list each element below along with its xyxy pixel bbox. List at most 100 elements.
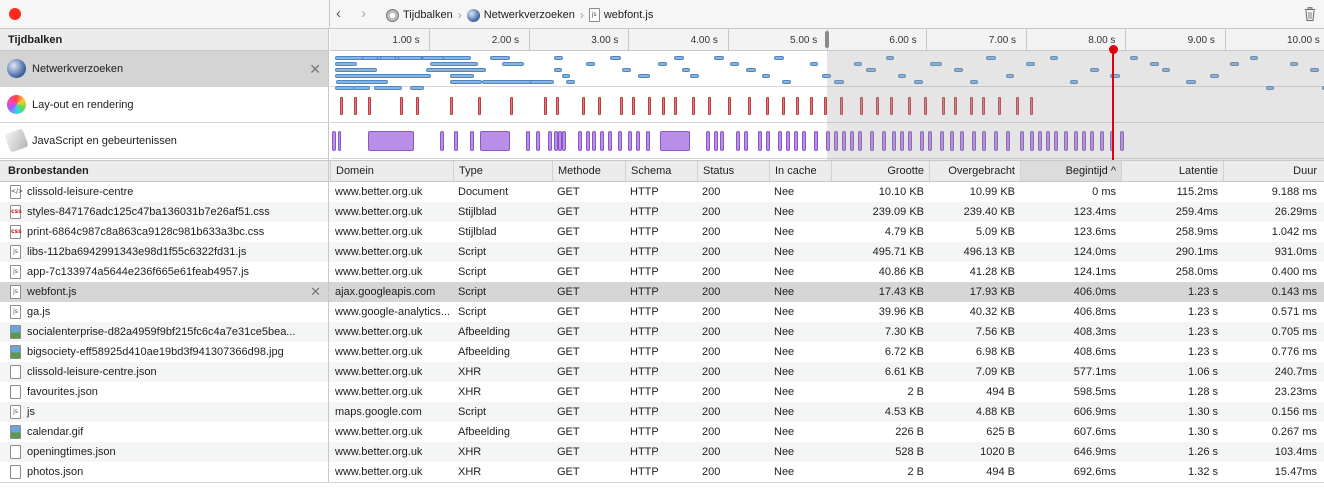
layout-event-bar[interactable] bbox=[766, 97, 769, 115]
javascript-event-bar[interactable] bbox=[636, 131, 640, 151]
resource-name-cell[interactable]: bigsociety-eff58925d410ae19bd3f941307366… bbox=[0, 342, 329, 362]
selection-handle[interactable] bbox=[825, 31, 829, 48]
network-request-bar[interactable] bbox=[482, 80, 534, 84]
column-header-method[interactable]: Methode bbox=[552, 161, 625, 181]
network-request-bar[interactable] bbox=[450, 74, 474, 78]
network-request-bar[interactable] bbox=[610, 56, 622, 60]
network-request-bar[interactable] bbox=[554, 56, 563, 60]
javascript-event-bar[interactable] bbox=[660, 131, 690, 151]
table-row[interactable]: js app-7c133974a5644e236f665e61feab4957.j… bbox=[0, 262, 1324, 282]
network-request-bar[interactable] bbox=[426, 68, 486, 72]
table-row[interactable]: photos.json www.better.org.uk XHR GET HTTP 20… bbox=[0, 462, 1324, 482]
javascript-event-bar[interactable] bbox=[706, 131, 710, 151]
layout-event-bar[interactable] bbox=[556, 97, 559, 115]
javascript-event-bar[interactable] bbox=[338, 131, 341, 151]
layout-event-bar[interactable] bbox=[450, 97, 453, 115]
timeline-graph[interactable]: 1.00 s 2.00 s 3.00 s 4.00 s 5.00 s 6.00 s 7.00… bbox=[330, 29, 1324, 160]
layout-event-bar[interactable] bbox=[368, 97, 371, 115]
network-request-bar[interactable] bbox=[638, 74, 650, 78]
resource-name-cell[interactable]: openingtimes.json bbox=[0, 442, 329, 462]
table-row[interactable]: socialenterprise-d82a4959f9bf215fc6c4a7e… bbox=[0, 322, 1324, 342]
breadcrumb-item-network[interactable]: Netwerkverzoeken bbox=[484, 9, 575, 21]
layout-event-bar[interactable] bbox=[674, 97, 677, 115]
resource-name-cell[interactable]: js js bbox=[0, 402, 329, 422]
table-row[interactable]: openingtimes.json www.better.org.uk XHR GET… bbox=[0, 442, 1324, 462]
column-header-size[interactable]: Grootte bbox=[831, 161, 929, 181]
timeline-ruler[interactable]: 1.00 s 2.00 s 3.00 s 4.00 s 5.00 s 6.00 s 7.00… bbox=[330, 29, 1324, 51]
resource-name-cell[interactable]: socialenterprise-d82a4959f9bf215fc6c4a7e… bbox=[0, 322, 329, 342]
network-request-bar[interactable] bbox=[380, 56, 396, 60]
javascript-event-bar[interactable] bbox=[714, 131, 718, 151]
javascript-event-bar[interactable] bbox=[802, 131, 806, 151]
layout-event-bar[interactable] bbox=[340, 97, 343, 115]
network-request-bar[interactable] bbox=[586, 62, 595, 66]
network-request-bar[interactable] bbox=[762, 74, 770, 78]
resource-name-cell[interactable]: css print-6864c987c8a863ca9128c981b633a3b… bbox=[0, 222, 329, 242]
network-request-bar[interactable] bbox=[714, 56, 724, 60]
layout-event-bar[interactable] bbox=[478, 97, 481, 115]
network-request-bar[interactable] bbox=[335, 74, 432, 78]
javascript-event-bar[interactable] bbox=[600, 131, 604, 151]
network-request-bar[interactable] bbox=[810, 62, 818, 66]
network-request-bar[interactable] bbox=[690, 74, 699, 78]
layout-event-bar[interactable] bbox=[782, 97, 785, 115]
column-header-status[interactable]: Status bbox=[697, 161, 769, 181]
network-request-bar[interactable] bbox=[530, 80, 554, 84]
network-request-bar[interactable] bbox=[335, 68, 378, 72]
playhead-handle[interactable] bbox=[1108, 45, 1118, 54]
column-header-cached[interactable]: In cache bbox=[769, 161, 831, 181]
column-header-start-time[interactable]: Begintijd ^ bbox=[1020, 161, 1121, 181]
close-icon[interactable]: ✕ bbox=[310, 282, 321, 302]
javascript-event-bar[interactable] bbox=[536, 131, 540, 151]
javascript-event-bar[interactable] bbox=[646, 131, 650, 151]
layout-event-bar[interactable] bbox=[708, 97, 711, 115]
network-request-bar[interactable] bbox=[562, 74, 570, 78]
resource-name-cell[interactable]: photos.json bbox=[0, 462, 329, 482]
network-request-bar[interactable] bbox=[554, 68, 562, 72]
resource-name-cell[interactable]: favourites.json bbox=[0, 382, 329, 402]
javascript-event-bar[interactable] bbox=[720, 131, 724, 151]
layout-event-bar[interactable] bbox=[582, 97, 585, 115]
javascript-event-bar[interactable] bbox=[548, 131, 552, 151]
table-row[interactable]: clissold-leisure-centre.json www.better.o… bbox=[0, 362, 1324, 382]
layout-event-bar[interactable] bbox=[796, 97, 799, 115]
column-header-type[interactable]: Type bbox=[453, 161, 552, 181]
javascript-event-bar[interactable] bbox=[578, 131, 582, 151]
javascript-event-bar[interactable] bbox=[758, 131, 762, 151]
layout-event-bar[interactable] bbox=[692, 97, 695, 115]
javascript-event-bar[interactable] bbox=[778, 131, 782, 151]
column-header-latency[interactable]: Latentie bbox=[1121, 161, 1223, 181]
javascript-event-bar[interactable] bbox=[608, 131, 612, 151]
column-header-scheme[interactable]: Schema bbox=[625, 161, 697, 181]
table-row[interactable]: </> clissold-leisure-centre www.better.org… bbox=[0, 182, 1324, 202]
javascript-event-bar[interactable] bbox=[368, 131, 414, 151]
layout-event-bar[interactable] bbox=[354, 97, 357, 115]
network-request-bar[interactable] bbox=[674, 56, 684, 60]
table-row[interactable]: css print-6864c987c8a863ca9128c981b633a3b… bbox=[0, 222, 1324, 242]
table-row[interactable]: css styles-847176adc125c47ba136031b7e26af… bbox=[0, 202, 1324, 222]
resource-name-cell[interactable]: calendar.gif bbox=[0, 422, 329, 442]
column-header-sources[interactable]: Bronbestanden bbox=[0, 161, 329, 181]
resource-name-cell[interactable]: js webfont.js ✕ bbox=[0, 282, 329, 302]
timeline-row-layout[interactable]: Lay-out en rendering bbox=[0, 87, 328, 123]
network-request-bar[interactable] bbox=[422, 56, 444, 60]
layout-event-bar[interactable] bbox=[416, 97, 419, 115]
forward-button[interactable]: › bbox=[361, 6, 366, 22]
javascript-event-bar[interactable] bbox=[440, 131, 444, 151]
javascript-event-bar[interactable] bbox=[794, 131, 798, 151]
column-header-transferred[interactable]: Overgebracht bbox=[929, 161, 1020, 181]
resource-name-cell[interactable]: js app-7c133974a5644e236f665e61feab4957.j… bbox=[0, 262, 329, 282]
layout-event-bar[interactable] bbox=[648, 97, 651, 115]
resource-name-cell[interactable]: </> clissold-leisure-centre bbox=[0, 182, 329, 202]
table-row[interactable]: js webfont.js ✕ ajax.googleapis.com Script GE… bbox=[0, 282, 1324, 302]
playhead[interactable] bbox=[1112, 51, 1115, 160]
layout-event-bar[interactable] bbox=[662, 97, 665, 115]
javascript-event-bar[interactable] bbox=[562, 131, 566, 151]
network-request-bar[interactable] bbox=[450, 80, 482, 84]
network-request-bar[interactable] bbox=[746, 68, 756, 72]
timeline-row-javascript[interactable]: JavaScript en gebeurtenissen bbox=[0, 123, 328, 159]
layout-event-bar[interactable] bbox=[544, 97, 547, 115]
network-request-bar[interactable] bbox=[502, 62, 524, 66]
javascript-event-bar[interactable] bbox=[480, 131, 510, 151]
trash-icon[interactable] bbox=[1304, 7, 1316, 21]
